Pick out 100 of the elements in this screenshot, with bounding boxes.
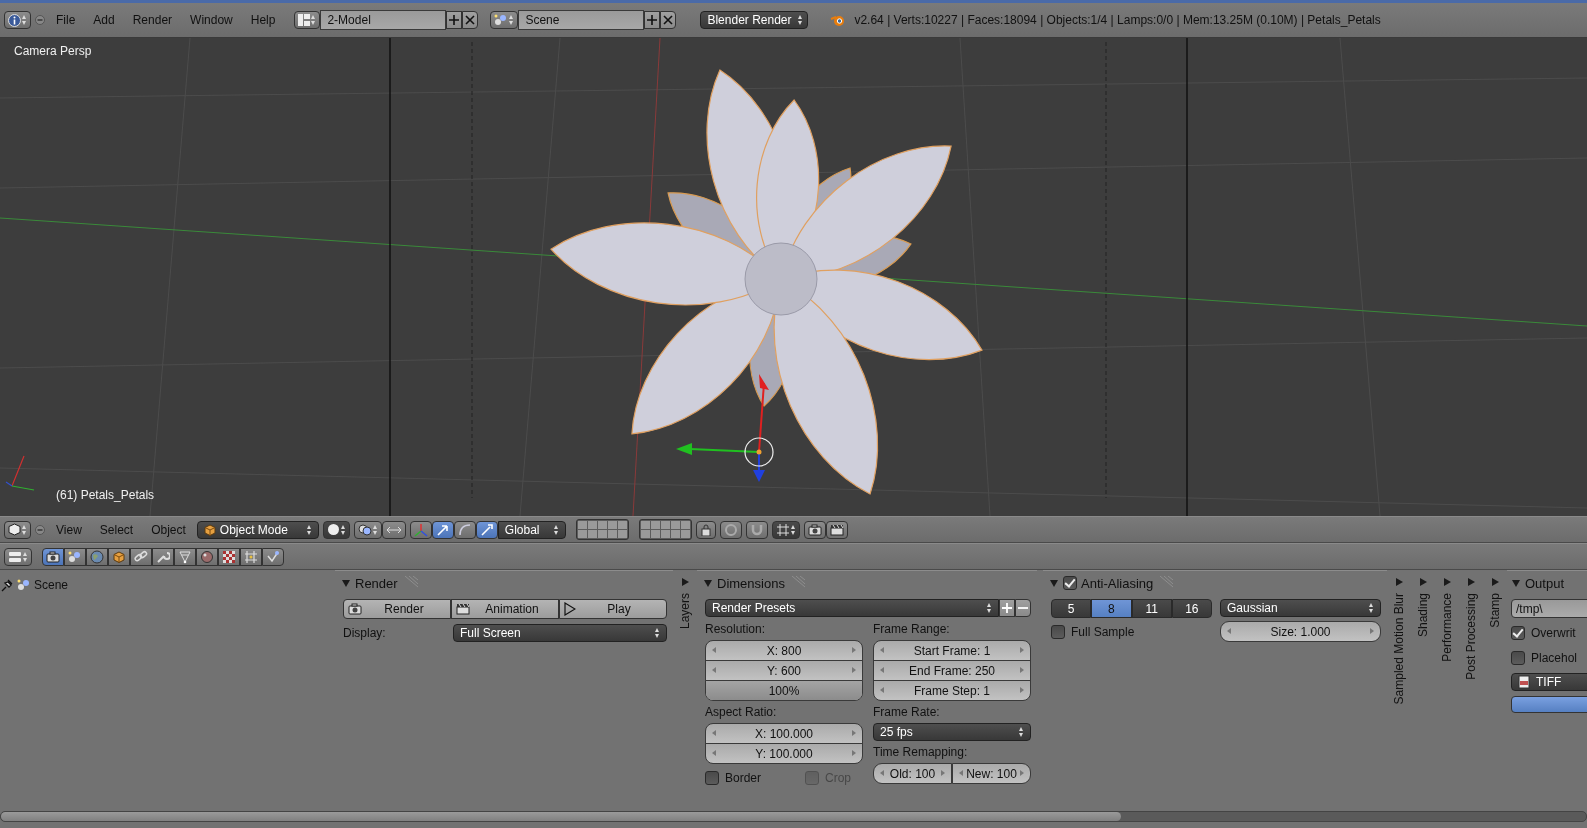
mode-dropdown[interactable]: Object Mode [196, 520, 319, 539]
spheres-icon [17, 579, 31, 591]
number-field[interactable]: Y: 600 [705, 660, 863, 681]
ring-icon [723, 522, 738, 537]
camera-icon [807, 523, 822, 536]
status-text: v2.64 | Verts:10227 | Faces:18094 | Objects:1/4 | Lamps:0/0 | Mem:13.25M (0.10M) | Petals_Petals [854, 13, 1381, 27]
pivot-dropdown[interactable] [353, 520, 382, 539]
arrow-icon [435, 522, 450, 537]
render-animation-button[interactable] [825, 520, 848, 539]
number-field[interactable]: X: 100.000 [705, 723, 863, 744]
proportional-edit-button[interactable] [719, 520, 742, 539]
scrollbar[interactable] [0, 811, 1587, 822]
shading-dropdown[interactable] [322, 520, 350, 539]
percentage-slider[interactable]: 100% [705, 680, 863, 701]
number-field[interactable]: X: 800 [705, 640, 863, 661]
manipulator-toggle[interactable] [381, 520, 406, 539]
number-field[interactable]: Y: 100.000 [705, 743, 863, 764]
collapsed-panel-header[interactable]: Shading [1411, 570, 1435, 639]
display-dropdown[interactable]: Full Screen [453, 624, 667, 642]
properties-tab[interactable] [152, 547, 174, 566]
presets-dropdown[interactable]: Render Presets [705, 599, 999, 617]
menu-item[interactable]: View [49, 520, 89, 539]
triangle-mesh-icon [178, 549, 192, 564]
ball-trail-icon [266, 549, 280, 564]
layer-buttons[interactable] [638, 519, 692, 540]
screen-layout-field[interactable]: 2-Model [320, 10, 447, 30]
properties-tab[interactable] [240, 547, 262, 566]
collapsed-panel-header[interactable]: Sampled Motion Blur [1387, 570, 1411, 706]
orientation-dropdown[interactable]: Global [497, 520, 566, 539]
collapsed-panel-header[interactable]: Stamp [1483, 570, 1507, 629]
number-field[interactable]: End Frame: 250 [873, 660, 1031, 681]
rotate-toggle[interactable] [453, 520, 476, 539]
sample-option[interactable]: 8 [1091, 599, 1132, 618]
menu-item[interactable]: Add [86, 11, 122, 29]
sample-option[interactable]: 11 [1131, 599, 1172, 618]
add-button[interactable] [644, 11, 661, 29]
scene-field[interactable]: Scene [518, 10, 645, 30]
layer-buttons[interactable] [575, 519, 629, 540]
properties-tab[interactable] [196, 547, 218, 566]
sample-option[interactable]: 5 [1051, 599, 1092, 618]
checkbox[interactable] [1063, 576, 1077, 590]
number-field[interactable]: New: 100 [952, 763, 1031, 784]
render-button[interactable]: Render [343, 599, 451, 619]
add-preset-button[interactable] [999, 599, 1015, 617]
render-engine-dropdown[interactable]: Blender Render [700, 11, 809, 29]
number-field[interactable]: Start Frame: 1 [873, 640, 1031, 661]
play-button[interactable]: Play [559, 599, 667, 619]
properties-tab[interactable] [86, 547, 108, 566]
output-path-field[interactable]: /tmp\ [1511, 599, 1587, 618]
file-format-dropdown[interactable]: TIFF [1511, 673, 1587, 691]
solid-sphere-icon [326, 523, 340, 536]
lock-camera-button[interactable] [695, 520, 716, 539]
properties-tab[interactable] [108, 547, 130, 566]
number-field[interactable]: Old: 100 [873, 763, 952, 784]
checkbox[interactable] [705, 771, 719, 785]
properties-tab[interactable] [42, 547, 64, 566]
properties-tab[interactable] [130, 547, 152, 566]
scrollbar-thumb[interactable] [1, 812, 1121, 821]
field-label: Display: [343, 626, 387, 640]
number-field[interactable]: Frame Step: 1 [873, 680, 1031, 701]
screen-layout-button[interactable] [294, 11, 321, 29]
filter-dropdown[interactable]: Gaussian [1220, 599, 1381, 617]
sample-option[interactable]: 16 [1171, 599, 1212, 618]
frame-rate-dropdown[interactable]: 25 fps [873, 723, 1031, 741]
image-file-icon [1518, 675, 1530, 689]
manipulator-toggle[interactable] [409, 520, 432, 539]
editor-type-button[interactable] [4, 520, 31, 539]
scale-toggle[interactable] [475, 520, 498, 539]
panel-title: Dimensions [717, 575, 785, 591]
menu-item[interactable]: Object [144, 520, 193, 539]
collapsed-panel-header[interactable]: Performance [1435, 570, 1459, 663]
number-field[interactable]: Size: 1.000 [1220, 621, 1381, 642]
scene-button[interactable] [490, 11, 519, 29]
menu-item[interactable]: Render [125, 11, 180, 29]
render-still-button[interactable] [803, 520, 826, 539]
menu-item[interactable]: Select [92, 520, 141, 539]
properties-tab[interactable] [174, 547, 196, 566]
editor-type-button[interactable] [4, 547, 32, 566]
delete-button[interactable] [462, 11, 479, 29]
animation-button[interactable]: Animation [451, 599, 559, 619]
snap-button[interactable] [745, 520, 768, 539]
properties-tab[interactable] [218, 547, 240, 566]
checkbox[interactable] [1051, 625, 1065, 639]
menu-item[interactable]: Help [243, 11, 283, 29]
collapsed-panel-header[interactable]: Layers [673, 570, 697, 631]
field-label: Aspect Ratio: [705, 705, 778, 719]
remove-preset-button[interactable] [1015, 599, 1031, 617]
menu-item[interactable]: Window [183, 11, 240, 29]
spheres-icon [494, 14, 509, 26]
add-button[interactable] [446, 11, 463, 29]
properties-tab[interactable] [64, 547, 86, 566]
translate-toggle[interactable] [431, 520, 454, 539]
editor-type-button[interactable] [4, 11, 31, 29]
checkbox[interactable] [1511, 651, 1525, 665]
collapsed-panel-header[interactable]: Post Processing [1459, 570, 1483, 681]
properties-tab[interactable] [262, 547, 284, 566]
snap-element-dropdown[interactable] [771, 520, 800, 539]
delete-button[interactable] [660, 11, 677, 29]
checkbox[interactable] [1511, 626, 1525, 640]
menu-item[interactable]: File [49, 11, 83, 29]
